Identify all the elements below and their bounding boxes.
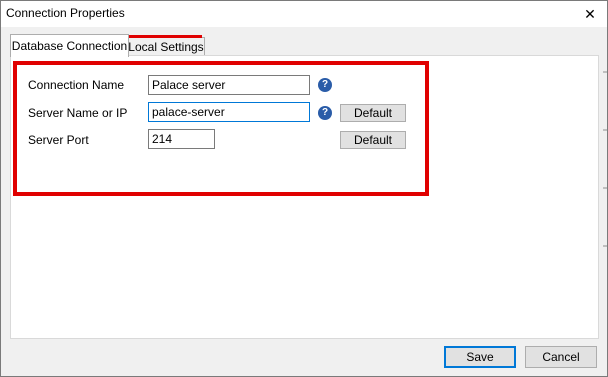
tab-local-settings[interactable]: Local Settings	[127, 37, 205, 57]
right-edge-marks	[603, 71, 607, 303]
tab-database-connection[interactable]: Database Connection	[10, 34, 129, 57]
connection-properties-dialog: Connection Properties ✕ Database Connect…	[0, 0, 608, 377]
red-highlight-box	[13, 61, 429, 196]
cancel-button[interactable]: Cancel	[525, 346, 597, 368]
window-title: Connection Properties	[6, 6, 125, 20]
title-bar: Connection Properties ✕	[1, 1, 607, 27]
close-icon[interactable]: ✕	[573, 1, 607, 27]
save-button[interactable]: Save	[444, 346, 516, 368]
tab-highlight-underline	[129, 35, 202, 38]
